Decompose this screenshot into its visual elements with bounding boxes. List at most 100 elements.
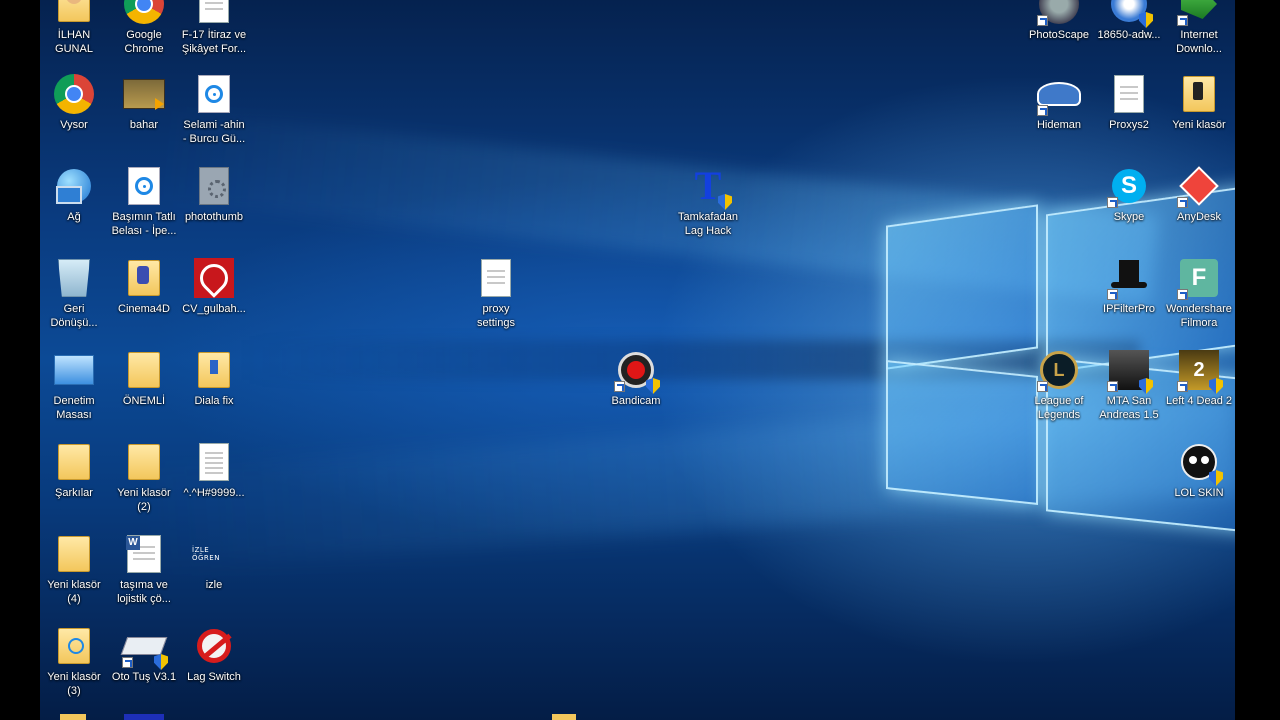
sarkilar-icon[interactable]: Şarkılar <box>40 440 110 500</box>
ipfilterpro-icon[interactable]: IPFilterPro <box>1093 256 1165 316</box>
desktop-background: İLHAN GUNAL Vysor Ağ Geri Dönüşü... Dene… <box>40 0 1235 720</box>
partial-folder-icon[interactable] <box>60 714 86 720</box>
league-of-legends-icon[interactable]: L League of Legends <box>1023 348 1095 422</box>
18650-adw-icon[interactable]: 18650-adw... <box>1093 0 1165 42</box>
folder-icon <box>52 624 96 668</box>
ilhan-gunal-icon[interactable]: İLHAN GUNAL <box>40 0 110 56</box>
icon-label: LOL SKIN <box>1174 487 1224 499</box>
keyboard-icon <box>120 624 168 670</box>
mta-icon <box>1107 348 1153 394</box>
proxy-settings-icon[interactable]: proxy settings <box>460 256 532 330</box>
icon-label: Internet Downlo... <box>1176 29 1222 55</box>
icon-label: Skype <box>1113 211 1145 223</box>
google-chrome-icon[interactable]: Google Chrome <box>108 0 180 56</box>
user-folder-icon <box>52 0 96 26</box>
video-folder-icon <box>122 72 166 116</box>
basimin-tatli-belasi-icon[interactable]: Başımın Tatlı Belası - İpe... <box>108 164 180 238</box>
cinema4d-icon[interactable]: Cinema4D <box>108 256 180 316</box>
icon-label: Lag Switch <box>187 671 241 683</box>
proxys2-icon[interactable]: Proxys2 <box>1093 72 1165 132</box>
icon-label: Başımın Tatlı Belası - İpe... <box>111 211 177 237</box>
chrome-icon <box>122 0 166 26</box>
prohibited-icon <box>192 624 236 668</box>
partial-folder-icon[interactable] <box>552 714 576 720</box>
icon-label: Yeni klasör (2) <box>117 487 171 513</box>
photoscape-icon[interactable]: PhotoScape <box>1023 0 1095 42</box>
network-globe-icon <box>52 164 96 208</box>
hideman-icon[interactable]: Hideman <box>1023 72 1095 132</box>
icon-label: Bandicam <box>611 395 661 407</box>
document-icon <box>474 256 518 300</box>
denetim-masasi-icon[interactable]: Denetim Masası <box>40 348 110 422</box>
lol-skin-icon[interactable]: LOL SKIN <box>1163 440 1235 500</box>
icon-label: IPFilterPro <box>1103 303 1155 315</box>
icon-label: izle <box>205 579 223 591</box>
icon-label: CV_gulbah... <box>182 303 246 315</box>
lol-skin-icon <box>1177 440 1223 486</box>
lag-switch-icon[interactable]: Lag Switch <box>178 624 250 684</box>
idm-icon <box>1177 0 1221 26</box>
spy-hat-icon <box>1037 72 1081 116</box>
icon-label: Şarkılar <box>55 487 93 499</box>
yeni-klasor-icon[interactable]: Yeni klasör <box>1163 72 1235 132</box>
folder-icon <box>1177 72 1221 116</box>
icon-label: Cinema4D <box>118 303 170 315</box>
anydesk-icon[interactable]: AnyDesk <box>1163 164 1235 224</box>
icon-label: Oto Tuş V3.1 <box>111 671 177 683</box>
photothumb-icon[interactable]: photothumb <box>178 164 250 224</box>
lol-logo-icon: L <box>1037 348 1081 392</box>
left-4-dead-2-icon[interactable]: 2 Left 4 Dead 2 <box>1163 348 1235 408</box>
bandicam-icon <box>614 348 660 394</box>
wondershare-filmora-icon[interactable]: F Wondershare Filmora <box>1163 256 1235 330</box>
onemli-icon[interactable]: ÖNEMLİ <box>108 348 180 408</box>
cv-gulbah-icon[interactable]: CV_gulbah... <box>178 256 250 316</box>
bandicam-icon[interactable]: Bandicam <box>600 348 672 408</box>
icon-label: PhotoScape <box>1029 29 1089 41</box>
icon-label: Selami -ahin - Burcu Gü... <box>182 119 246 145</box>
icon-label: Geri Dönüşü... <box>50 303 98 329</box>
icon-label: Tamkafadan Lag Hack <box>678 211 738 237</box>
icon-label: Wondershare Filmora <box>1166 303 1232 329</box>
vysor-icon[interactable]: Vysor <box>40 72 110 132</box>
yeni-klasor-3-icon[interactable]: Yeni klasör (3) <box>40 624 110 698</box>
partial-app-icon[interactable] <box>124 714 164 720</box>
media-file-icon <box>122 164 166 208</box>
recycle-bin-icon <box>52 256 96 300</box>
ag-icon[interactable]: Ağ <box>40 164 110 224</box>
f17-itiraz-icon[interactable]: F-17 İtiraz ve Şikâyet For... <box>178 0 250 56</box>
icon-label: ÖNEMLİ <box>122 395 166 407</box>
tasima-lojistik-icon[interactable]: W taşıma ve lojistik çö... <box>108 532 180 606</box>
tamkafadan-lag-hack-icon[interactable]: T Tamkafadan Lag Hack <box>672 164 744 238</box>
bahar-icon[interactable]: bahar <box>108 72 180 132</box>
icon-label: Proxys2 <box>1109 119 1149 131</box>
anydesk-icon <box>1177 164 1221 208</box>
windows-logo-pane <box>886 360 1038 505</box>
folder-icon <box>122 440 166 484</box>
oto-tus-icon[interactable]: Oto Tuş V3.1 <box>108 624 180 684</box>
icon-label: taşıma ve lojistik çö... <box>117 579 171 605</box>
mta-san-andreas-icon[interactable]: MTA San Andreas 1.5 <box>1093 348 1165 422</box>
selami-sahin-icon[interactable]: Selami -ahin - Burcu Gü... <box>178 72 250 146</box>
icon-label: Google Chrome <box>124 29 164 55</box>
icon-label: Hideman <box>1036 119 1082 131</box>
document-icon <box>192 440 236 484</box>
icon-label: Left 4 Dead 2 <box>1165 395 1233 407</box>
skype-icon[interactable]: S Skype <box>1093 164 1165 224</box>
icon-label: bahar <box>129 119 159 131</box>
internet-download-icon[interactable]: Internet Downlo... <box>1163 0 1235 56</box>
folder-icon <box>122 256 166 300</box>
l4d2-icon: 2 <box>1177 348 1223 394</box>
caret-h-9999-icon[interactable]: ^.^H#9999... <box>178 440 250 500</box>
icon-label: League of Legends <box>1034 395 1084 421</box>
icon-label: Ağ <box>67 211 81 223</box>
document-icon <box>1107 72 1151 116</box>
installer-icon <box>1107 0 1153 28</box>
geri-donusum-icon[interactable]: Geri Dönüşü... <box>40 256 110 330</box>
folder-icon <box>122 348 166 392</box>
windows-logo-pane <box>886 204 1038 370</box>
icon-label: Denetim Masası <box>53 395 95 421</box>
diala-fix-icon[interactable]: Diala fix <box>178 348 250 408</box>
yeni-klasor-4-icon[interactable]: Yeni klasör (4) <box>40 532 110 606</box>
izle-icon[interactable]: İZLE ÖĞREN izle <box>178 532 250 592</box>
yeni-klasor-2-icon[interactable]: Yeni klasör (2) <box>108 440 180 514</box>
